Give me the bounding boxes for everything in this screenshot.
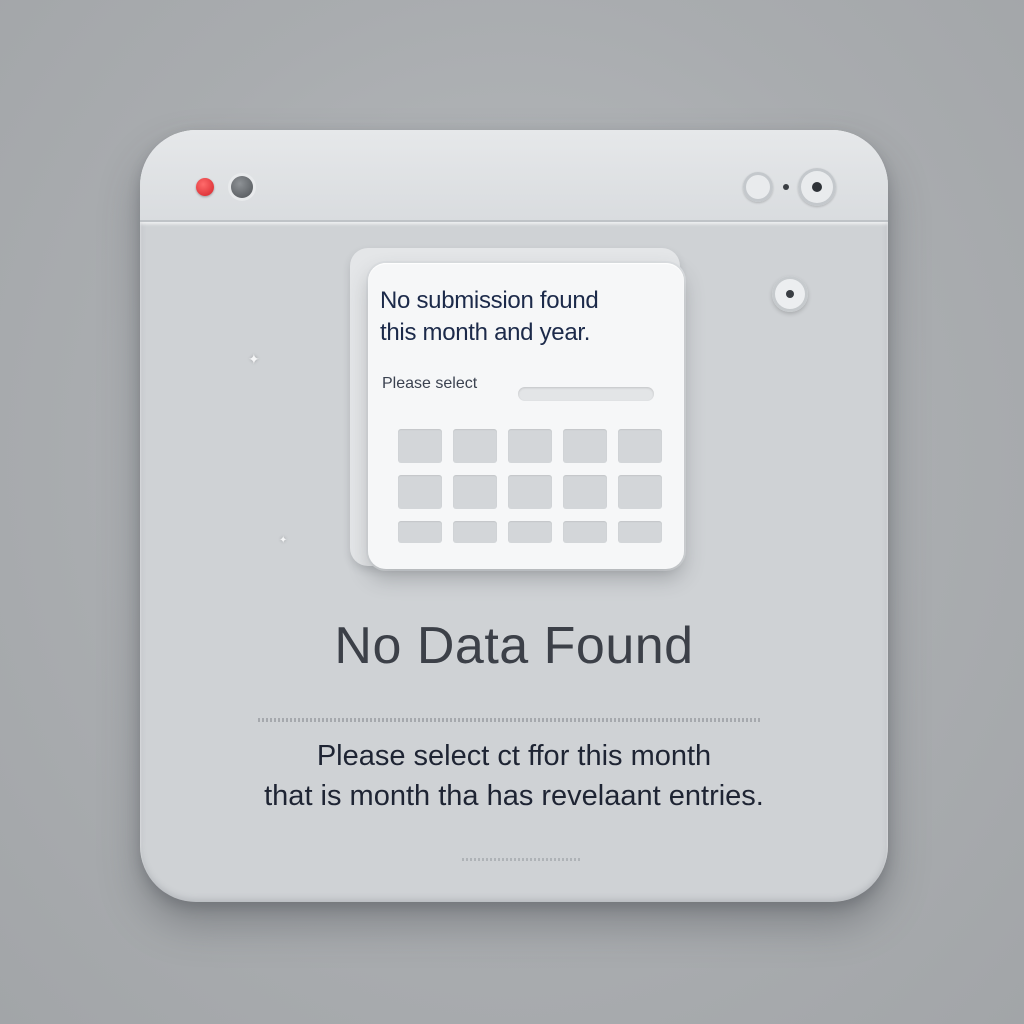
calendar-cell[interactable]: [508, 521, 552, 543]
minimize-dot-icon[interactable]: [231, 176, 253, 198]
calendar-cell[interactable]: [453, 475, 497, 509]
card-select-prompt: Please select: [382, 375, 478, 392]
message-line2: that is month tha has revelaant entries.: [264, 780, 764, 812]
calendar-cell[interactable]: [618, 475, 662, 509]
card-title-line2: this month and year.: [380, 319, 591, 346]
divider: [258, 718, 762, 722]
card-title: No submission found this month and year.: [380, 285, 680, 349]
date-select-field[interactable]: [518, 387, 654, 401]
calendar-cell[interactable]: [563, 475, 607, 509]
sparkle-icon: ✦: [279, 535, 288, 546]
close-dot-icon[interactable]: [196, 178, 214, 196]
empty-state-heading: No Data Found: [334, 617, 694, 675]
options-circle-dot-icon[interactable]: [772, 276, 808, 312]
sparkle-icon: ✦: [248, 351, 260, 367]
empty-state-message: Please select ct ffor this month that is…: [140, 736, 888, 816]
calendar-grid-icon: [398, 429, 662, 543]
separator-dot-icon: [783, 184, 789, 190]
message-line1: Please select ct ffor this month: [316, 740, 712, 772]
calendar-cell[interactable]: [453, 521, 497, 543]
calendar-cell[interactable]: [563, 429, 607, 463]
card-title-line1: No submission found: [380, 287, 599, 314]
circle-icon[interactable]: [743, 172, 773, 202]
calendar-cell[interactable]: [398, 475, 442, 509]
calendar-cell[interactable]: [453, 429, 497, 463]
calendar-cell[interactable]: [508, 475, 552, 509]
dialog-window: ✦ ✦ No submission found this month and y…: [140, 130, 888, 902]
calendar-cell[interactable]: [398, 429, 442, 463]
calendar-cell[interactable]: [618, 429, 662, 463]
calendar-cell[interactable]: [508, 429, 552, 463]
calendar-cell[interactable]: [618, 521, 662, 543]
title-bar: [140, 130, 888, 222]
circle-dot-icon[interactable]: [798, 168, 836, 206]
calendar-cell[interactable]: [398, 521, 442, 543]
calendar-cell[interactable]: [563, 521, 607, 543]
calendar-card: No submission found this month and year.…: [368, 263, 684, 569]
divider: [462, 858, 580, 861]
